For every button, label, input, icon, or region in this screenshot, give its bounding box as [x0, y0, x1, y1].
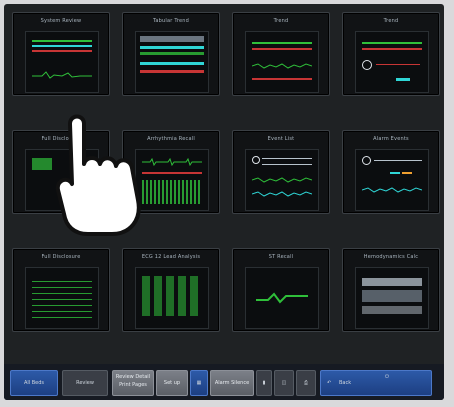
list-line	[262, 164, 312, 165]
review-menu-grid: System Review Tabular Trend Trend Trend …	[10, 12, 442, 362]
screen-select-button[interactable]: ▦	[190, 370, 208, 396]
table-row	[140, 52, 204, 55]
tile-thumbnail	[135, 31, 209, 93]
trend-line-cyan	[32, 45, 92, 47]
tile-st-recall[interactable]: ST Recall	[232, 248, 330, 332]
tile-full-disclosure-2[interactable]: Full Disclosure	[12, 248, 110, 332]
tile-thumbnail	[355, 267, 429, 329]
tile-thumbnail	[135, 267, 209, 329]
tile-trend-2[interactable]: Trend	[342, 12, 440, 96]
review-detail-button[interactable]: Review Detail Print Pages	[112, 370, 154, 396]
disclosure-grid	[32, 276, 92, 318]
bell-icon	[252, 156, 260, 164]
print-pages-label: Print Pages	[119, 382, 147, 388]
tile-thumbnail	[25, 31, 99, 93]
table-header	[362, 278, 422, 286]
print-button[interactable]: ⎙	[296, 370, 316, 396]
screen-select-icon: ▦	[196, 380, 202, 386]
tile-tabular-trend[interactable]: Tabular Trend	[122, 12, 220, 96]
table-row	[140, 70, 204, 73]
waveform	[252, 63, 312, 69]
layout-button[interactable]: ◫	[274, 370, 294, 396]
taskbar: All Beds Review Review Detail Print Page…	[4, 364, 444, 400]
list-line	[262, 158, 312, 159]
table-row	[140, 62, 204, 65]
list-line	[374, 160, 422, 161]
waveform	[252, 177, 312, 183]
monitor-screen: System Review Tabular Trend Trend Trend …	[4, 4, 444, 400]
tile-label: Event List	[267, 136, 295, 142]
review-button[interactable]: Review	[62, 370, 108, 396]
volume-button[interactable]: ▮	[256, 370, 272, 396]
table-body	[362, 306, 422, 314]
tile-label: Full Disclosure	[41, 254, 81, 260]
tile-thumbnail	[245, 267, 319, 329]
review-detail-label: Review Detail	[115, 374, 151, 380]
lead-grid	[142, 276, 202, 316]
back-arrow-icon: ↶	[327, 380, 332, 386]
trend-line-red	[252, 78, 312, 80]
power-icon: ⏻	[385, 374, 389, 380]
tile-thumbnail	[355, 149, 429, 211]
alarm-silence-button[interactable]: Alarm Silence	[210, 370, 254, 396]
tile-label: Hemodynamics Calc	[363, 254, 419, 260]
tile-hemodynamics-calc[interactable]: Hemodynamics Calc	[342, 248, 440, 332]
trend-line-red	[32, 50, 92, 52]
tile-label: Tabular Trend	[152, 18, 189, 24]
hand-pointer-icon	[55, 114, 141, 236]
bell-icon	[362, 60, 372, 70]
trend-line-green	[252, 42, 312, 44]
tile-label: Trend	[383, 18, 399, 24]
device-bezel: System Review Tabular Trend Trend Trend …	[0, 0, 454, 407]
tile-label: Alarm Events	[373, 136, 409, 142]
waveform	[362, 187, 422, 193]
tile-thumbnail	[355, 31, 429, 93]
trend-line-red	[362, 48, 422, 50]
back-label: Back	[339, 380, 352, 386]
layout-icon: ◫	[281, 380, 287, 386]
trend-line-red	[252, 48, 312, 50]
marker	[402, 172, 412, 174]
table-header	[140, 36, 204, 42]
trend-line-green	[362, 42, 422, 44]
tile-system-review[interactable]: System Review	[12, 12, 110, 96]
table-body	[362, 290, 422, 302]
all-beds-button[interactable]: All Beds	[10, 370, 58, 396]
speaker-icon: ▮	[262, 380, 266, 386]
tile-thumbnail	[245, 149, 319, 211]
tile-thumbnail	[245, 31, 319, 93]
tile-ecg-12-lead-analysis[interactable]: ECG 12 Lead Analysis	[122, 248, 220, 332]
printer-icon: ⎙	[303, 380, 308, 386]
marker	[396, 78, 410, 81]
trend-line-red	[376, 64, 420, 65]
setup-button[interactable]: Set up	[156, 370, 188, 396]
tile-label: Trend	[273, 18, 289, 24]
back-button[interactable]: ↶ Back ⏻	[320, 370, 432, 396]
tile-trend-1[interactable]: Trend	[232, 12, 330, 96]
tile-alarm-events[interactable]: Alarm Events	[342, 130, 440, 214]
marker	[390, 172, 400, 174]
tile-label: ECG 12 Lead Analysis	[141, 254, 201, 260]
trend-line-green	[32, 40, 92, 42]
waveform	[32, 71, 92, 79]
st-segment-icon	[256, 292, 308, 304]
tile-event-list[interactable]: Event List	[232, 130, 330, 214]
tile-label: ST Recall	[268, 254, 294, 260]
table-row	[140, 46, 204, 49]
bell-icon	[362, 156, 371, 165]
tile-thumbnail	[25, 267, 99, 329]
waveform	[252, 191, 312, 197]
tile-label: System Review	[40, 18, 82, 24]
